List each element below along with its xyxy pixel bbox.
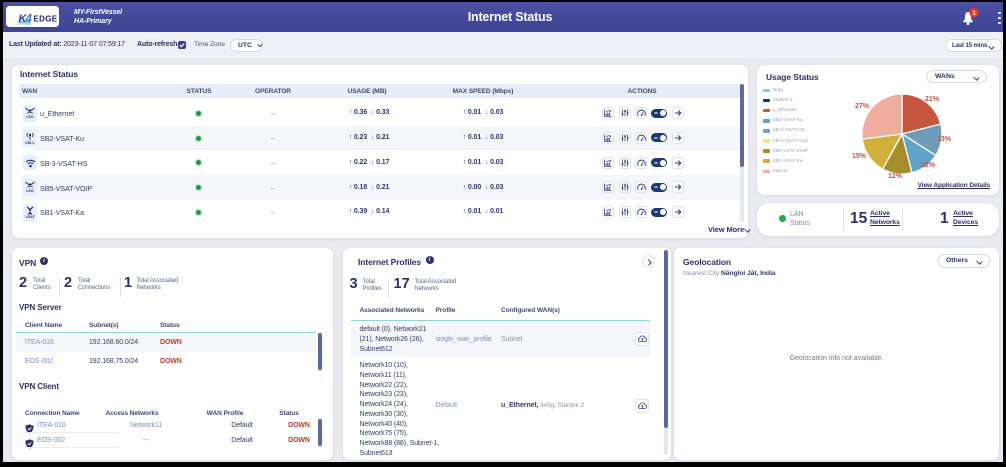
svg-text:1: 1 [972, 10, 976, 17]
